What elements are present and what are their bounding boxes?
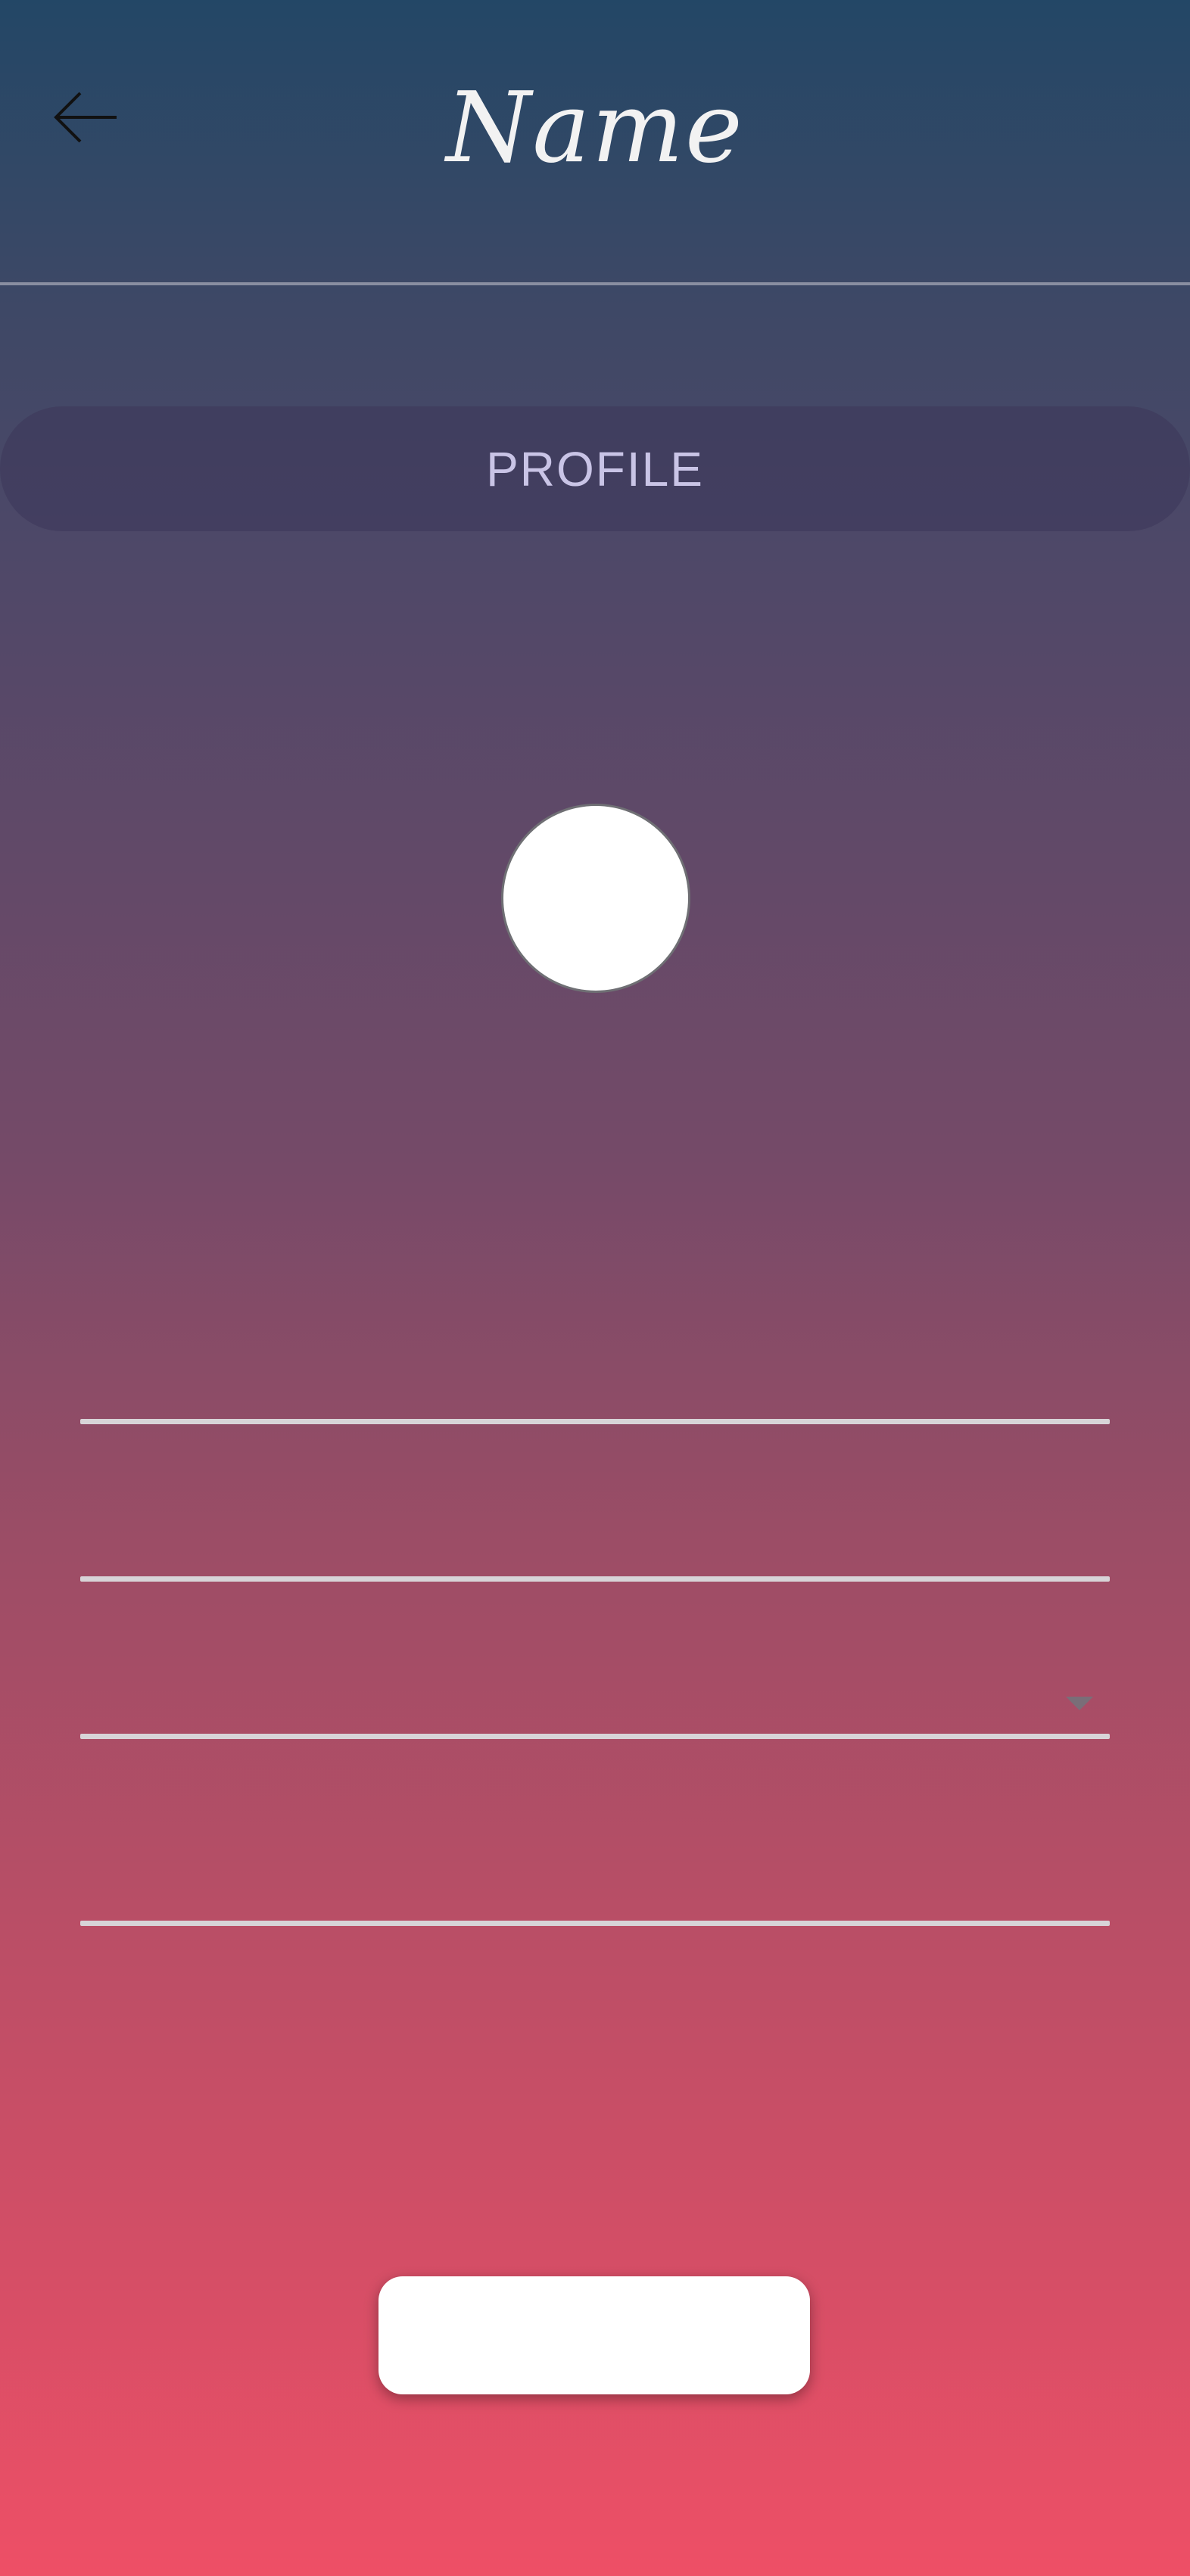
form-field-4-underline [80, 1921, 1110, 1926]
header-divider [0, 282, 1190, 285]
form-field-4[interactable] [80, 1835, 1110, 1926]
form-field-1-underline [80, 1419, 1110, 1424]
page-title: Name [446, 72, 744, 185]
caret-down-icon [1066, 1697, 1093, 1710]
tab-profile-label: PROFILE [486, 441, 704, 496]
avatar[interactable] [501, 804, 690, 993]
form-select-field[interactable] [80, 1648, 1110, 1739]
form-field-1[interactable] [80, 1333, 1110, 1424]
form-field-2-underline [80, 1576, 1110, 1582]
tab-profile[interactable]: PROFILE [0, 406, 1190, 531]
form-select-underline [80, 1734, 1110, 1739]
form-field-2[interactable] [80, 1491, 1110, 1582]
submit-button[interactable] [378, 2276, 810, 2394]
